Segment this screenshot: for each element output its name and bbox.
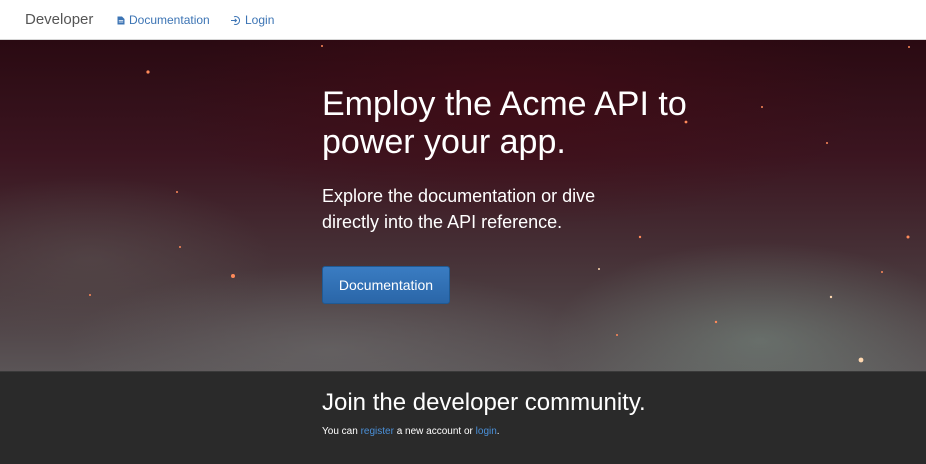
community-text-suffix: . [496, 426, 500, 437]
login-icon [230, 15, 241, 26]
documentation-button[interactable]: Documentation [322, 266, 450, 304]
top-navbar: Developer Documentation Login [0, 0, 926, 40]
community-text-prefix: You can [322, 426, 358, 437]
nav-documentation-label: Documentation [129, 13, 210, 27]
hero-section: Employ the Acme API to power your app. E… [0, 40, 926, 371]
document-icon [117, 16, 125, 25]
community-section: Join the developer community. You can re… [0, 371, 926, 464]
brand-link[interactable]: Developer [25, 11, 93, 28]
hero-content: Employ the Acme API to power your app. E… [322, 85, 842, 304]
hero-title: Employ the Acme API to power your app. [322, 85, 687, 161]
register-link[interactable]: register [361, 426, 394, 437]
community-text-middle: a new account or [396, 426, 473, 437]
community-title: Join the developer community. [322, 389, 646, 416]
hero-subtitle: Explore the documentation or dive direct… [322, 186, 596, 232]
login-link[interactable]: login [476, 426, 497, 437]
nav-documentation-link[interactable]: Documentation [117, 13, 210, 27]
nav-login-label: Login [245, 13, 275, 27]
community-text: You can register a new account or login. [322, 426, 500, 437]
nav-login-link[interactable]: Login [230, 13, 274, 27]
